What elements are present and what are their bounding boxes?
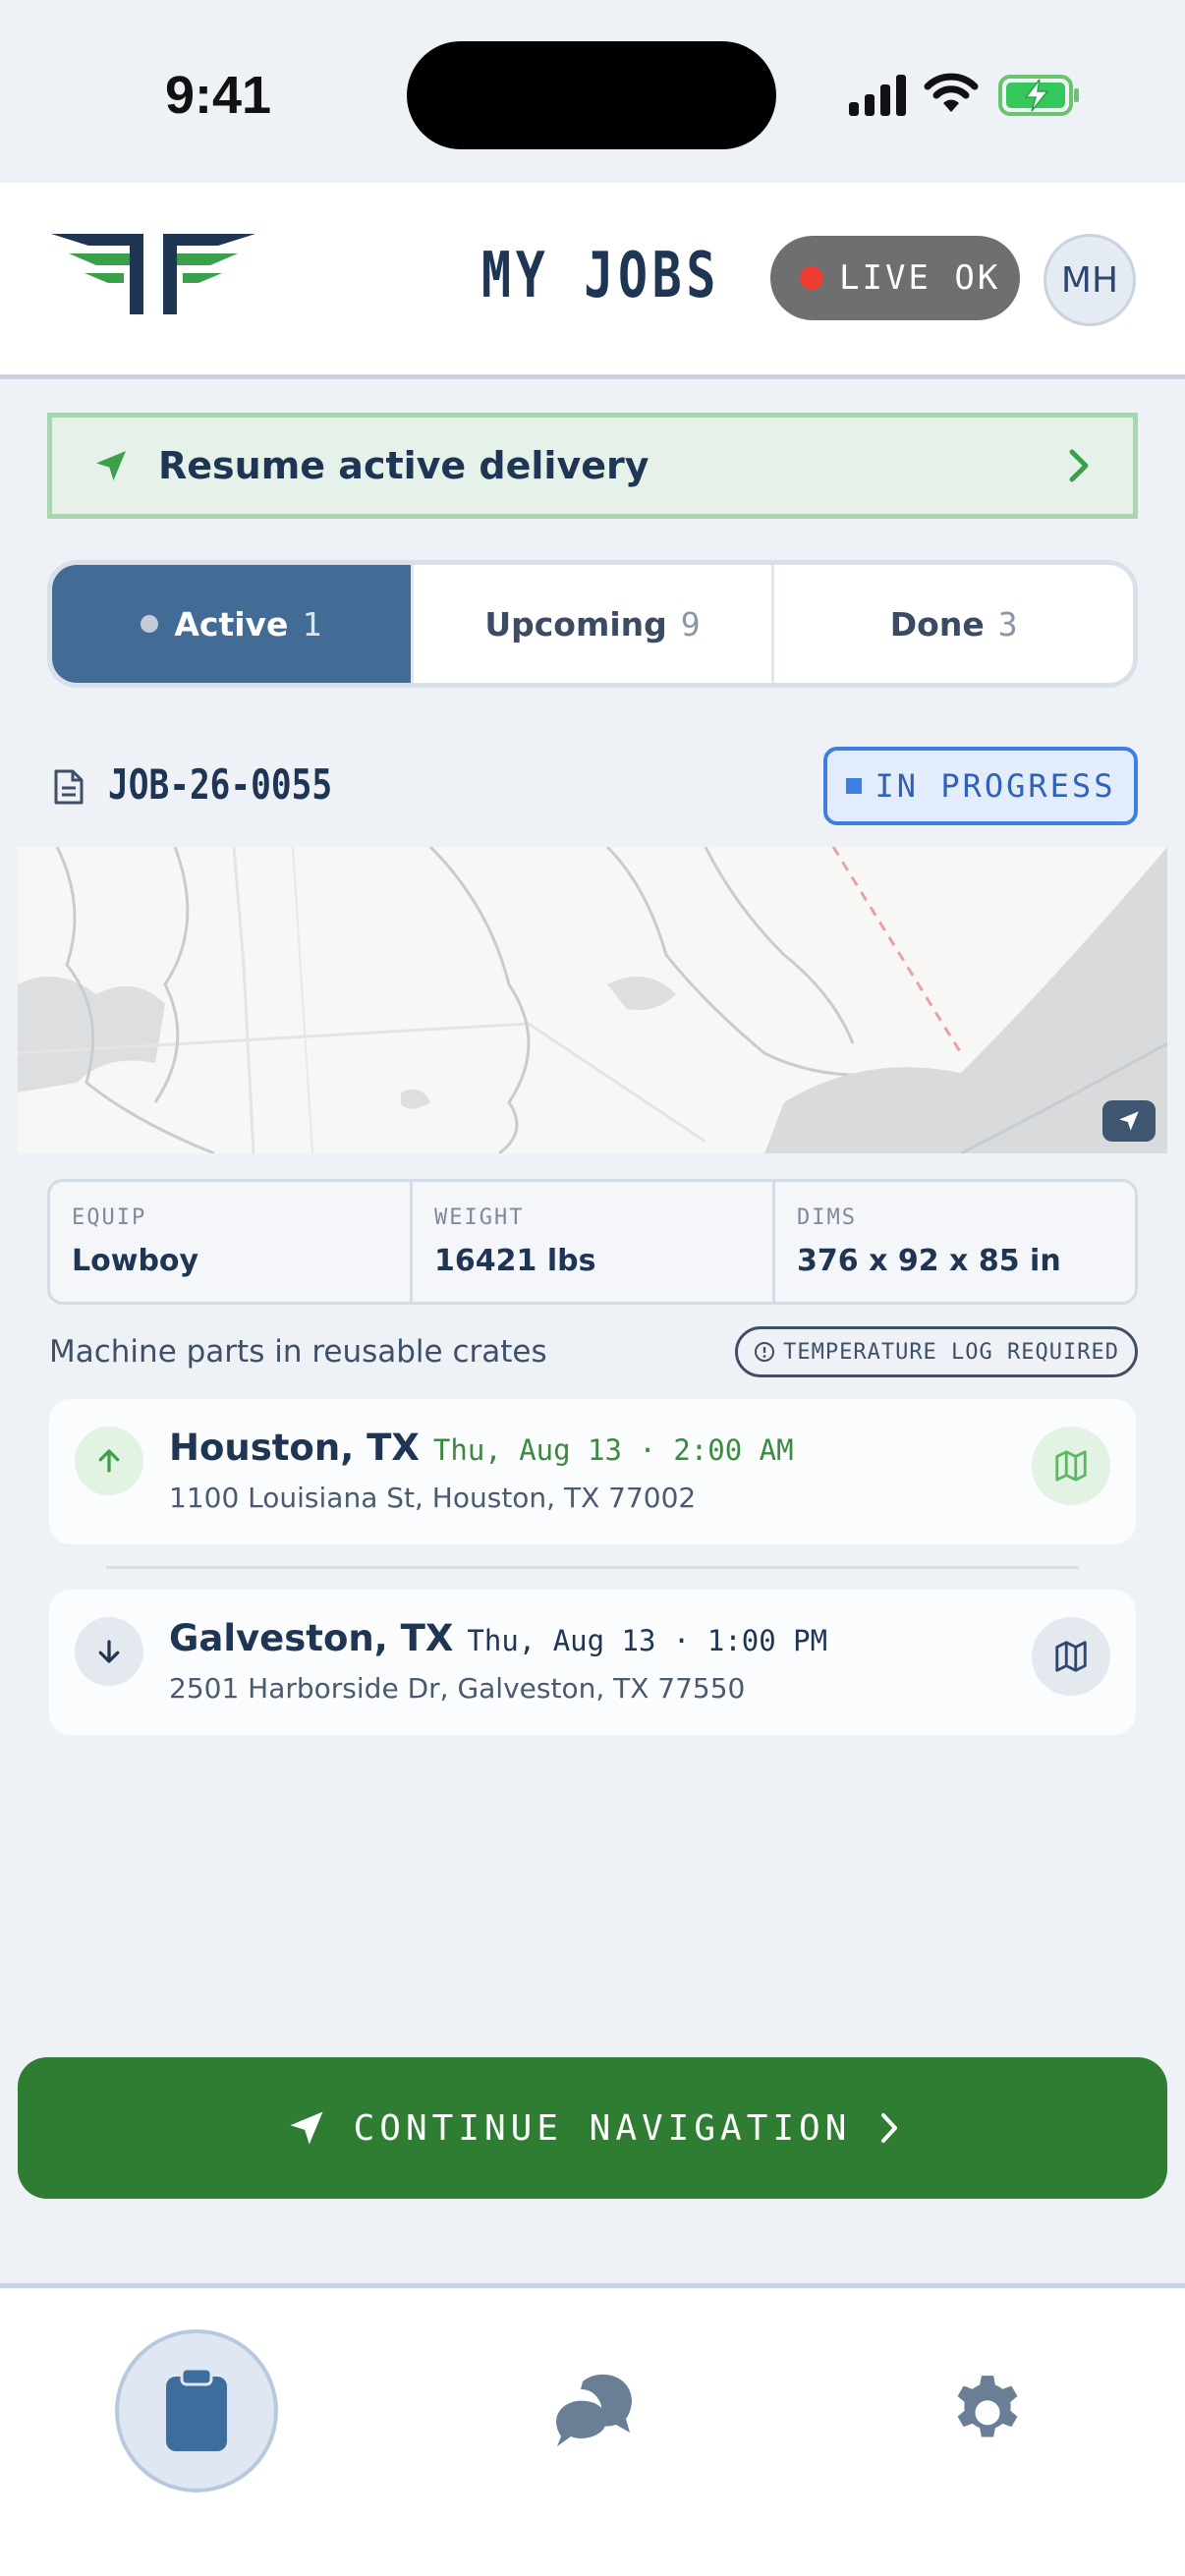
company-logo bbox=[51, 234, 255, 314]
job-status-tabs: Active 1 Upcoming 9 Done 3 bbox=[47, 560, 1138, 688]
spec-value: 376 x 92 x 85 in bbox=[797, 1244, 1061, 1278]
live-dot-icon bbox=[800, 266, 823, 290]
tab-count: 1 bbox=[302, 604, 322, 644]
spec-label: DIMS bbox=[797, 1205, 857, 1230]
page-title: MY JOBS bbox=[481, 240, 721, 312]
gear-icon bbox=[957, 2376, 1018, 2437]
stop-address: 2501 Harborside Dr, Galveston, TX 77550 bbox=[169, 1672, 746, 1705]
active-dot-icon bbox=[141, 615, 159, 633]
avatar[interactable]: MH bbox=[1044, 234, 1136, 326]
job-status-label: IN PROGRESS bbox=[875, 767, 1116, 805]
spec-value: Lowboy bbox=[72, 1244, 199, 1278]
job-status-badge: IN PROGRESS bbox=[823, 747, 1138, 825]
stop-pickup[interactable]: Houston, TX Thu, Aug 13 · 2:00 AM 1100 Lo… bbox=[49, 1399, 1136, 1544]
navigation-arrow-icon bbox=[1119, 1111, 1139, 1131]
tab-label: Done bbox=[889, 604, 985, 644]
status-bar: 9:41 bbox=[0, 0, 1185, 183]
map-icon bbox=[1055, 1450, 1087, 1482]
tab-count: 3 bbox=[997, 604, 1018, 644]
continue-navigation-button[interactable]: CONTINUE NAVIGATION bbox=[18, 2057, 1167, 2199]
tab-upcoming[interactable]: Upcoming 9 bbox=[410, 565, 772, 683]
stop-time: Thu, Aug 13 · 1:00 PM bbox=[467, 1624, 828, 1657]
resume-delivery-label: Resume active delivery bbox=[158, 444, 649, 487]
live-status-label: LIVE OK bbox=[839, 258, 1001, 298]
route-map[interactable] bbox=[18, 847, 1167, 1153]
spec-label: WEIGHT bbox=[434, 1205, 525, 1230]
spec-value: 16421 lbs bbox=[434, 1244, 596, 1278]
stop-dropoff[interactable]: Galveston, TX Thu, Aug 13 · 1:00 PM 2501 … bbox=[49, 1590, 1136, 1735]
requirement-badge: TEMPERATURE LOG REQUIRED bbox=[735, 1326, 1138, 1377]
spec-weight: WEIGHT 16421 lbs bbox=[410, 1182, 772, 1302]
recenter-map-button[interactable] bbox=[1102, 1100, 1156, 1142]
map-tiles bbox=[18, 847, 1167, 1153]
stop-divider bbox=[106, 1566, 1079, 1569]
chat-bubbles-icon bbox=[556, 2374, 632, 2446]
stop-city: Galveston, TX bbox=[169, 1617, 454, 1659]
stop-time: Thu, Aug 13 · 2:00 AM bbox=[432, 1433, 794, 1467]
app-header: MY JOBS LIVE OK MH bbox=[0, 183, 1185, 379]
bottom-nav bbox=[0, 2283, 1185, 2576]
signal-icon bbox=[849, 75, 908, 116]
navigation-arrow-icon bbox=[96, 451, 126, 480]
document-icon bbox=[54, 769, 84, 805]
tab-count: 9 bbox=[680, 604, 701, 644]
status-square-icon bbox=[845, 778, 862, 794]
chevron-right-icon bbox=[881, 2113, 898, 2143]
tab-active[interactable]: Active 1 bbox=[52, 565, 411, 683]
spec-dimensions: DIMS 376 x 92 x 85 in bbox=[772, 1182, 1135, 1302]
dynamic-island bbox=[407, 41, 776, 149]
arrow-up-icon bbox=[98, 1449, 120, 1473]
tab-done[interactable]: Done 3 bbox=[771, 565, 1133, 683]
live-status-badge[interactable]: LIVE OK bbox=[770, 236, 1020, 320]
clipboard-icon bbox=[166, 2369, 227, 2451]
stop-address: 1100 Louisiana St, Houston, TX 77002 bbox=[169, 1482, 697, 1514]
cargo-description: Machine parts in reusable crates bbox=[49, 1334, 547, 1370]
nav-settings[interactable] bbox=[906, 2329, 1069, 2492]
info-icon bbox=[755, 1342, 775, 1362]
job-id: JOB-26-0055 bbox=[108, 760, 333, 809]
stop-city: Houston, TX bbox=[169, 1427, 420, 1469]
map-icon bbox=[1055, 1641, 1087, 1672]
navigation-arrow-icon bbox=[290, 2111, 323, 2145]
job-header: JOB-26-0055 IN PROGRESS bbox=[47, 747, 1138, 825]
dropoff-badge bbox=[75, 1617, 143, 1686]
spec-label: EQUIP bbox=[72, 1205, 147, 1230]
nav-messages[interactable] bbox=[511, 2329, 674, 2492]
battery-charging-icon bbox=[998, 75, 1079, 116]
status-time: 9:41 bbox=[165, 66, 272, 125]
wifi-icon bbox=[924, 73, 979, 112]
open-map-button[interactable] bbox=[1032, 1427, 1110, 1505]
job-specs: EQUIP Lowboy WEIGHT 16421 lbs DIMS 376 x… bbox=[47, 1179, 1138, 1305]
continue-navigation-label: CONTINUE NAVIGATION bbox=[353, 2107, 852, 2149]
tab-label: Upcoming bbox=[484, 604, 667, 644]
spec-equipment: EQUIP Lowboy bbox=[50, 1182, 410, 1302]
tab-label: Active bbox=[174, 604, 289, 644]
open-map-button[interactable] bbox=[1032, 1617, 1110, 1696]
nav-jobs[interactable] bbox=[115, 2329, 278, 2492]
chevron-right-icon bbox=[1069, 449, 1089, 482]
arrow-down-icon bbox=[98, 1640, 120, 1663]
resume-delivery-banner[interactable]: Resume active delivery bbox=[47, 413, 1138, 519]
pickup-badge bbox=[75, 1427, 143, 1495]
requirement-label: TEMPERATURE LOG REQUIRED bbox=[783, 1339, 1119, 1365]
